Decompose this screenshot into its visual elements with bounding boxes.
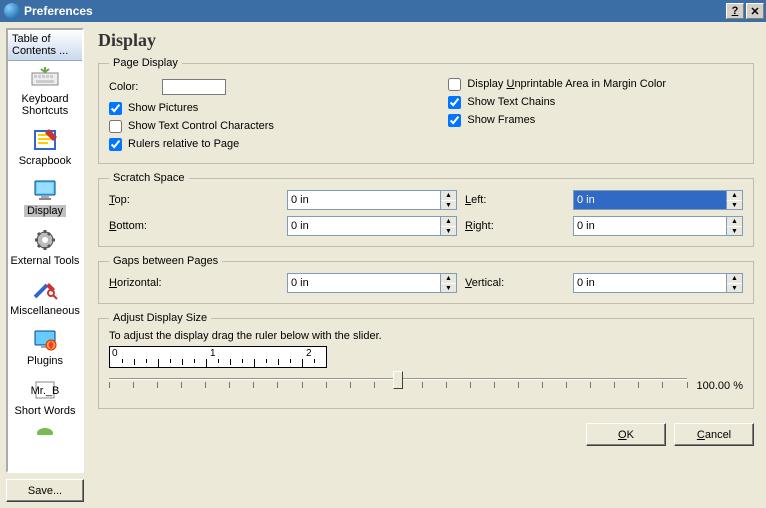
sidebar-item-miscellaneous[interactable]: Miscellaneous [8,273,82,323]
display-size-slider[interactable] [109,374,687,398]
color-swatch[interactable] [162,79,226,95]
sidebar-item-more[interactable] [8,423,82,435]
spin-up-icon[interactable]: ▲ [727,274,742,283]
spin-down-icon[interactable]: ▼ [441,283,456,292]
horizontal-spinner[interactable]: ▲▼ [287,273,457,293]
sidebar-item-short-words[interactable]: Mr._B Short Words [8,373,82,423]
sidebar-item-plugins[interactable]: Plugins [8,323,82,373]
right-spinner[interactable]: ▲▼ [573,216,743,236]
ruler[interactable]: 0 1 2 [109,346,327,368]
cancel-button[interactable]: Cancel [674,423,754,446]
left-label: Left: [465,194,565,206]
scrapbook-icon [29,127,61,153]
sidebar-item-display[interactable]: Display [8,173,82,223]
vertical-spinner[interactable]: ▲▼ [573,273,743,293]
frames-checkbox[interactable]: Show Frames [448,111,743,129]
vertical-label: Vertical: [465,277,565,289]
sidebar-item-label: External Tools [10,255,80,267]
adjust-display-group: Adjust Display Size To adjust the displa… [98,312,754,409]
spin-up-icon[interactable]: ▲ [441,217,456,226]
show-pictures-checkbox[interactable]: Show Pictures [109,99,418,117]
window-title: Preferences [24,4,724,18]
unprintable-checkbox[interactable]: Display Unprintable Area in Margin Color [448,75,743,93]
page-display-legend: Page Display [109,57,182,69]
titlebar: Preferences ? ✕ [0,0,766,22]
page-title: Display [92,28,760,57]
spin-up-icon[interactable]: ▲ [441,274,456,283]
sidebar-item-keyboard-shortcuts[interactable]: Keyboard Shortcuts [8,61,82,123]
plugins-icon [29,327,61,353]
bottom-label: Bottom: [109,220,279,232]
spin-down-icon[interactable]: ▼ [727,226,742,235]
sidebar-item-label: Short Words [10,405,80,417]
gear-icon [29,227,61,253]
spin-down-icon[interactable]: ▼ [727,283,742,292]
toc-panel: Table of Contents ... Keyboard Shortcuts… [6,28,84,473]
right-label: Right: [465,220,565,232]
top-spinner[interactable]: ▲▼ [287,190,457,210]
partial-icon [29,427,61,435]
sidebar-item-external-tools[interactable]: External Tools [8,223,82,273]
page-display-group: Page Display Color: Show Pictures Show T… [98,57,754,164]
toc-header: Table of Contents ... [8,30,82,61]
slider-thumb[interactable] [393,371,403,389]
short-words-icon: Mr._B [29,377,61,403]
sidebar-item-label: Plugins [10,355,80,367]
spin-down-icon[interactable]: ▼ [727,200,742,209]
spin-up-icon[interactable]: ▲ [441,191,456,200]
spin-down-icon[interactable]: ▼ [441,226,456,235]
display-icon [29,177,61,203]
ok-button[interactable]: OK [586,423,666,446]
sidebar-item-label: Miscellaneous [10,305,80,317]
scratch-legend: Scratch Space [109,172,189,184]
spin-up-icon[interactable]: ▲ [727,191,742,200]
save-button[interactable]: Save... [6,479,84,502]
percent-label: 100.00 % [697,380,743,392]
left-spinner[interactable]: ▲▼ [573,190,743,210]
sidebar-item-scrapbook[interactable]: Scrapbook [8,123,82,173]
tools-icon [29,277,61,303]
sidebar-item-label: Keyboard Shortcuts [10,93,80,117]
svg-text:Mr._B: Mr._B [31,385,60,397]
spin-down-icon[interactable]: ▼ [441,200,456,209]
show-text-ctrl-checkbox[interactable]: Show Text Control Characters [109,117,418,135]
close-button[interactable]: ✕ [746,3,764,19]
adjust-hint: To adjust the display drag the ruler bel… [109,330,743,342]
horizontal-label: Horizontal: [109,277,279,289]
gaps-group: Gaps between Pages Horizontal: ▲▼ Vertic… [98,255,754,304]
text-chains-checkbox[interactable]: Show Text Chains [448,93,743,111]
gaps-legend: Gaps between Pages [109,255,222,267]
help-button[interactable]: ? [726,3,744,19]
bottom-spinner[interactable]: ▲▼ [287,216,457,236]
app-icon [4,3,20,19]
sidebar-item-label: Scrapbook [10,155,80,167]
rulers-relative-checkbox[interactable]: Rulers relative to Page [109,135,418,153]
sidebar-item-label: Display [24,205,66,217]
top-label: Top: [109,194,279,206]
color-label: Color: [109,81,138,93]
adjust-legend: Adjust Display Size [109,312,211,324]
scratch-space-group: Scratch Space Top: ▲▼ Left: ▲▼ Bottom: ▲… [98,172,754,247]
keyboard-icon [29,65,61,91]
spin-up-icon[interactable]: ▲ [727,217,742,226]
